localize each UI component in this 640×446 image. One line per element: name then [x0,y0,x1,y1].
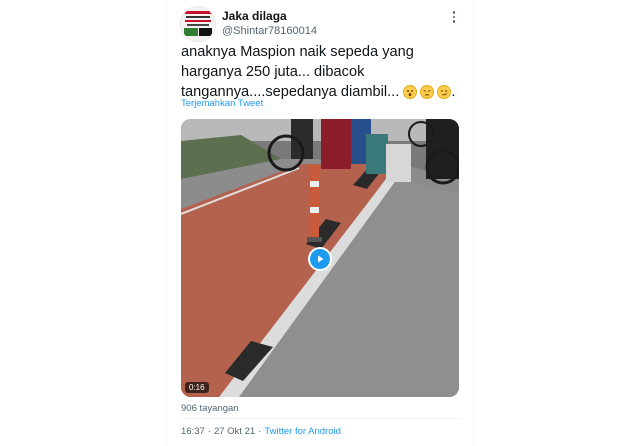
more-options-icon[interactable] [448,8,460,26]
author-name[interactable]: Jaka dilaga [222,9,287,23]
tweet-meta: 16:37 · 27 Okt 21 · Twitter for Android [181,426,341,437]
tweet-time[interactable]: 16:37 [181,426,205,437]
view-count: 906 tayangan [181,403,239,414]
weary-face-icon [420,85,435,100]
meta-separator-2: · [258,426,262,437]
astonished-face-icon [403,85,418,100]
tweet-text-tail: . [451,84,456,100]
author-handle[interactable]: @Shintar78160014 [222,25,317,37]
tweet-date[interactable]: 27 Okt 21 [214,426,255,437]
avatar-image [181,7,215,41]
author-avatar[interactable] [180,6,216,42]
tweet-text-body: anaknya Maspion naik sepeda yang hargany… [181,44,414,100]
translate-tweet-link[interactable]: Terjemahkan Tweet [181,98,263,109]
tweet-source-link[interactable]: Twitter for Android [264,426,341,437]
video-duration: 0:16 [185,382,209,393]
divider [181,418,461,419]
smirking-face-icon [437,85,452,100]
meta-separator: · [207,426,211,437]
play-icon [318,255,324,263]
emoji-group [403,85,452,100]
play-button[interactable] [308,247,332,271]
tweet-text: anaknya Maspion naik sepeda yang hargany… [181,42,466,102]
